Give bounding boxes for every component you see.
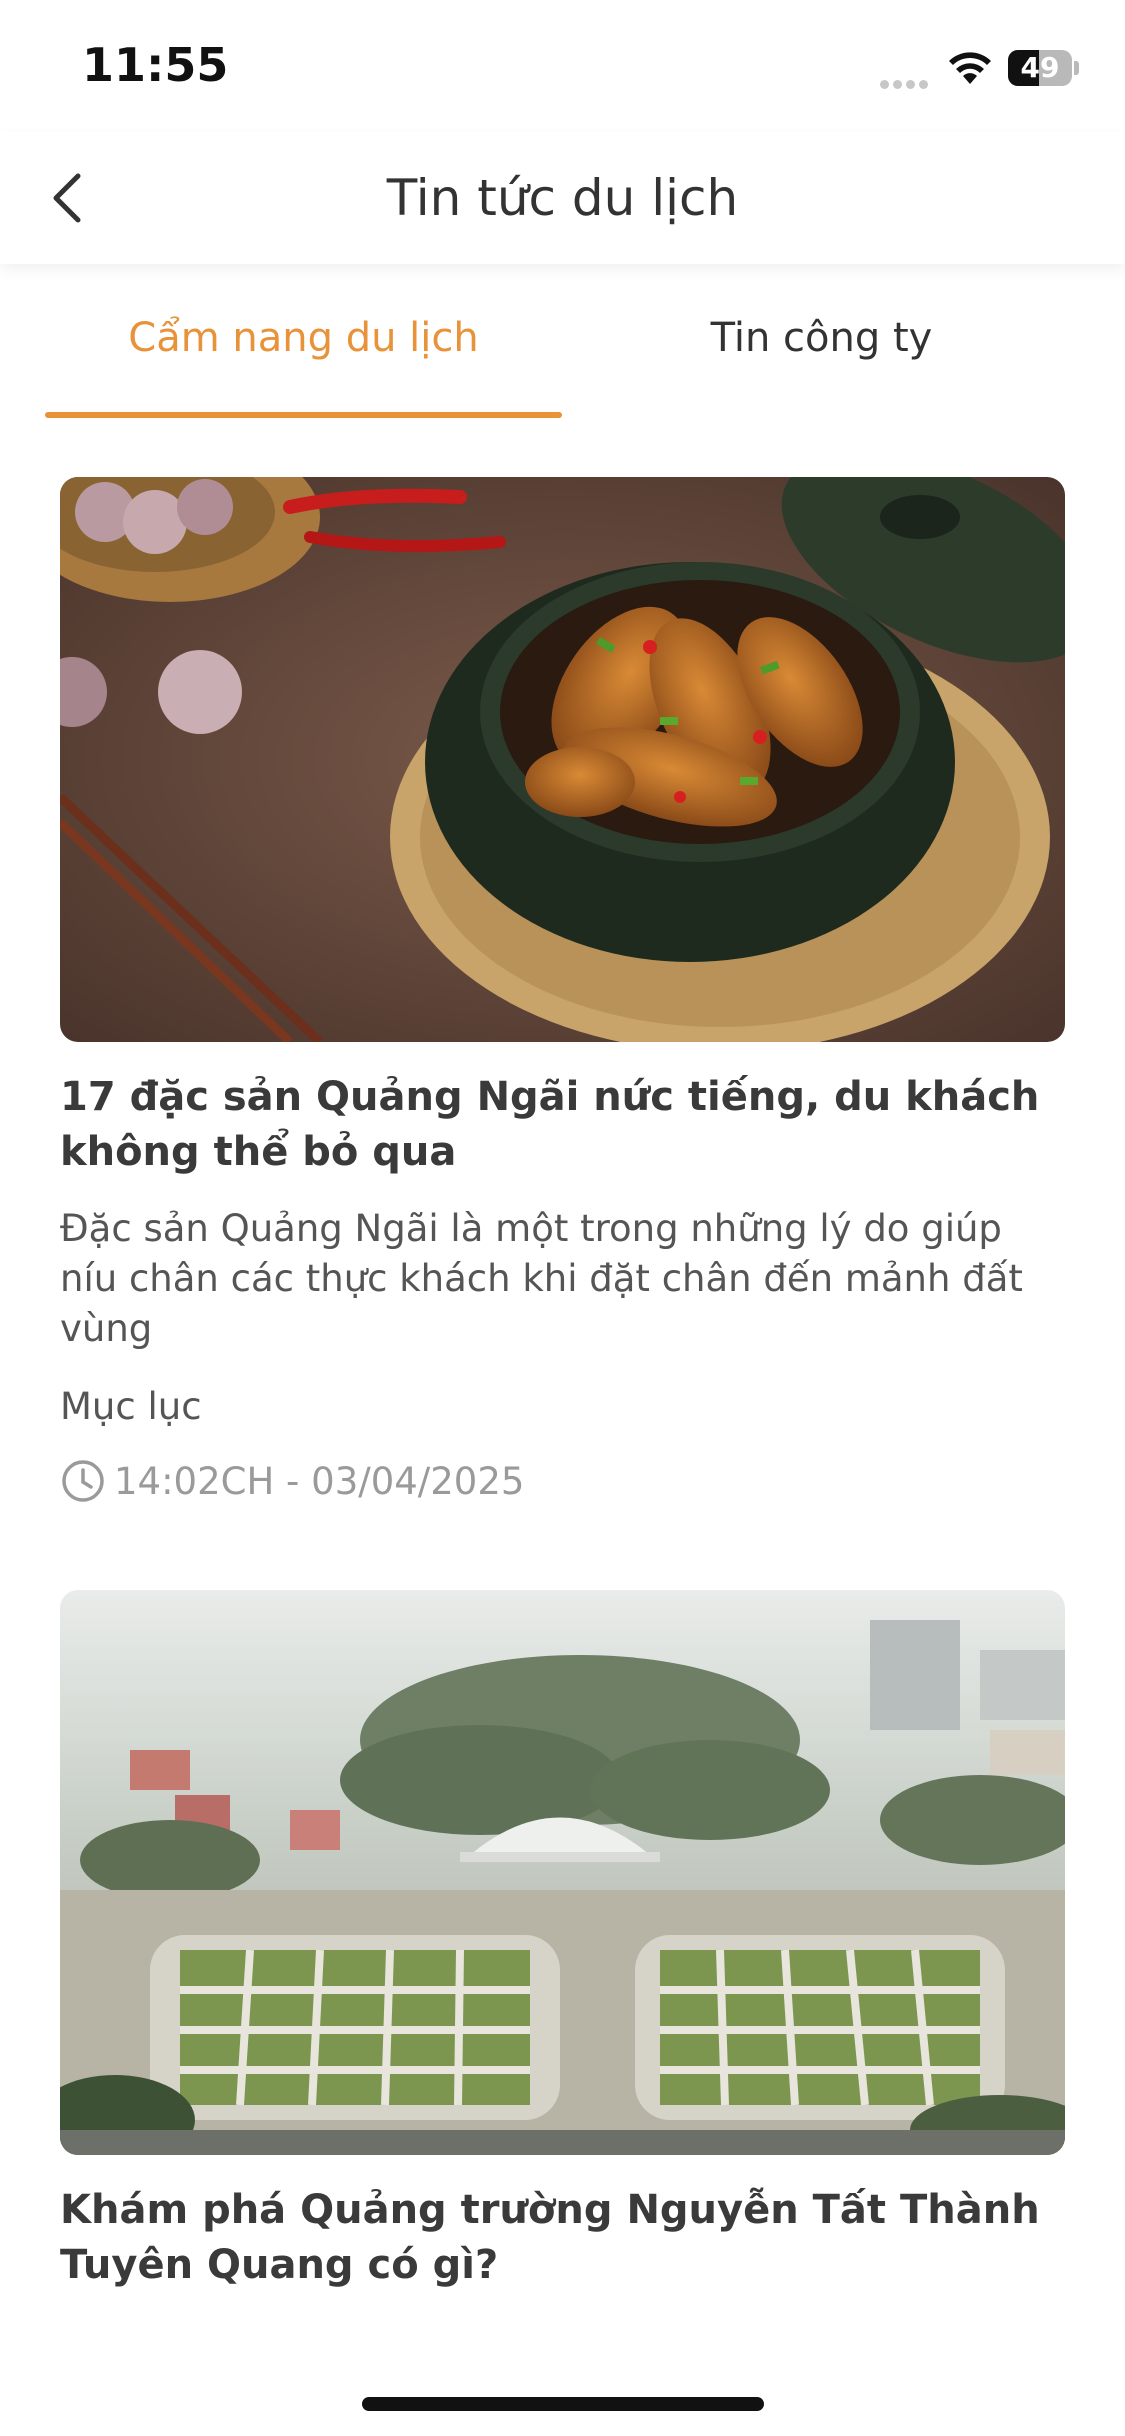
- battery-icon: 49: [1008, 50, 1080, 86]
- status-bar: 11:55 49: [0, 0, 1125, 132]
- article-toc: Mục lục: [60, 1385, 202, 1428]
- nav-bar: Tin tức du lịch: [0, 132, 1125, 264]
- wifi-icon: [949, 52, 991, 84]
- tab-travel-guide[interactable]: Cẩm nang du lịch: [45, 264, 562, 420]
- page-title: Tin tức du lịch: [386, 169, 739, 227]
- article-summary-cutoff: [60, 2311, 1065, 2327]
- status-time: 11:55: [82, 38, 229, 92]
- square-photo: [60, 1590, 1065, 2155]
- article-image[interactable]: [60, 1590, 1065, 2155]
- food-photo: [60, 477, 1065, 1042]
- article-summary: Đặc sản Quảng Ngãi là một trong những lý…: [60, 1207, 1023, 1350]
- article-time-text: 14:02CH - 03/04/2025: [114, 1459, 525, 1503]
- battery-level: 49: [1020, 51, 1060, 84]
- tab-bar: Cẩm nang du lịch Tin công ty: [0, 264, 1125, 420]
- article-image[interactable]: [60, 477, 1065, 1042]
- home-indicator: [362, 2397, 764, 2411]
- cellular-signal-icon: [880, 74, 936, 89]
- article-timestamp: 14:02CH - 03/04/2025: [60, 1458, 1065, 1504]
- article-title[interactable]: Khám phá Quảng trường Nguyễn Tất Thành T…: [60, 2183, 1065, 2293]
- article-title[interactable]: 17 đặc sản Quảng Ngãi nức tiếng, du khác…: [60, 1070, 1065, 1180]
- article-card[interactable]: 17 đặc sản Quảng Ngãi nức tiếng, du khác…: [60, 477, 1065, 1504]
- active-tab-indicator: [45, 412, 562, 418]
- tab-company-news[interactable]: Tin công ty: [563, 264, 1080, 420]
- article-card[interactable]: Khám phá Quảng trường Nguyễn Tất Thành T…: [60, 1590, 1065, 2327]
- clock-icon: [62, 1460, 104, 1502]
